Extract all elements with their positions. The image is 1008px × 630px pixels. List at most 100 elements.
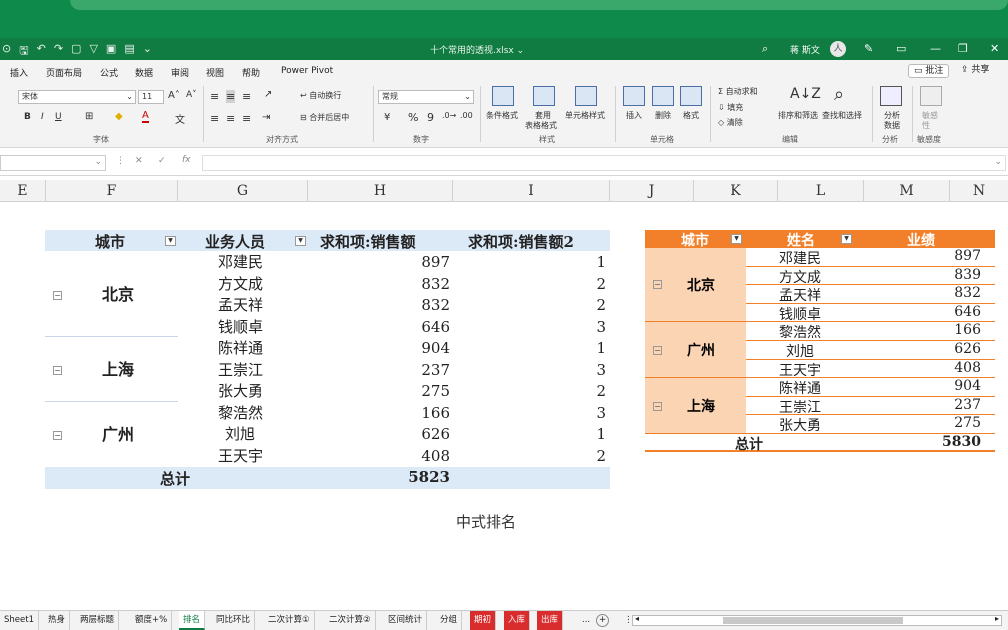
- tab-review[interactable]: 审阅: [171, 66, 189, 79]
- decrease-decimal-icon[interactable]: .00: [460, 111, 473, 120]
- percent-button[interactable]: %: [408, 111, 418, 124]
- sheet-tab-secondary-calc-1[interactable]: 二次计算①: [264, 611, 315, 630]
- sheet-tab-outbound[interactable]: 出库: [537, 611, 564, 630]
- currency-icon[interactable]: ¥: [384, 112, 390, 123]
- pivot1-salesperson-filter-icon[interactable]: ▼: [295, 236, 306, 246]
- print-icon[interactable]: ▣: [106, 42, 116, 61]
- pivot1-city-filter-icon[interactable]: ▼: [165, 236, 176, 246]
- align-bottom-icon[interactable]: ≡: [242, 90, 251, 103]
- undo-icon[interactable]: ↶: [37, 42, 46, 61]
- pivot2-name-filter-icon[interactable]: ▼: [841, 234, 852, 244]
- comment-button[interactable]: ▭ 批注: [908, 64, 950, 78]
- column-header-h[interactable]: H: [308, 180, 453, 202]
- tab-formulas[interactable]: 公式: [100, 66, 118, 79]
- more-sheets-button[interactable]: ...: [578, 611, 594, 630]
- sort-filter-label[interactable]: 排序和筛选: [778, 110, 818, 121]
- format-cells-icon[interactable]: [680, 86, 702, 106]
- align-right-icon[interactable]: ≡: [242, 112, 251, 125]
- sheet-tab-amount-percent[interactable]: 额度+%: [131, 611, 173, 630]
- underline-button[interactable]: U: [55, 112, 62, 122]
- scroll-left-icon[interactable]: ◂: [635, 614, 639, 623]
- increase-decimal-icon[interactable]: .0→: [442, 111, 456, 120]
- minimize-icon[interactable]: —: [930, 42, 941, 55]
- tab-power-pivot[interactable]: Power Pivot: [281, 66, 333, 76]
- column-header-n[interactable]: N: [950, 180, 1008, 202]
- customize-qat-icon[interactable]: ⌄: [143, 42, 152, 61]
- horizontal-scrollbar[interactable]: ◂ ▸: [632, 614, 1002, 626]
- format-cells-label[interactable]: 格式: [683, 110, 699, 121]
- worksheet-grid[interactable]: 城市 ▼ 业务人员 ▼ 求和项:销售额 求和项:销售额2 − 北京 − 上海 −…: [0, 202, 1008, 610]
- avatar[interactable]: 人: [830, 41, 846, 57]
- autosum-button[interactable]: Σ 自动求和: [718, 86, 758, 97]
- fx-icon[interactable]: fx: [182, 155, 191, 165]
- sheet-tab-yoy-mom[interactable]: 同比环比: [212, 611, 256, 630]
- font-size-select[interactable]: 11: [138, 90, 164, 104]
- filter-icon[interactable]: ▽: [89, 42, 97, 61]
- align-middle-icon[interactable]: ≡: [226, 90, 236, 103]
- sheet-tab-opening[interactable]: 期初: [470, 611, 497, 630]
- form-icon[interactable]: ▤: [124, 42, 134, 61]
- find-select-label[interactable]: 查找和选择: [822, 110, 862, 121]
- new-file-icon[interactable]: ▢: [71, 42, 81, 61]
- tab-help[interactable]: 帮助: [242, 66, 260, 79]
- align-center-icon[interactable]: ≡: [226, 112, 235, 125]
- ribbon-display-icon[interactable]: ▭: [896, 42, 906, 55]
- comma-button[interactable]: 9: [427, 111, 434, 124]
- phonetic-icon[interactable]: 文: [175, 111, 185, 126]
- sheet-tab-secondary-calc-2[interactable]: 二次计算②: [325, 611, 376, 630]
- pivot2-collapse-shanghai-icon[interactable]: −: [653, 402, 662, 412]
- add-sheet-button[interactable]: +: [596, 614, 609, 627]
- sheet-tab-range-stats[interactable]: 区间统计: [384, 611, 428, 630]
- tab-page-layout[interactable]: 页面布局: [46, 66, 82, 79]
- tab-view[interactable]: 视图: [206, 66, 224, 79]
- italic-button[interactable]: I: [41, 112, 44, 122]
- column-header-g[interactable]: G: [178, 180, 308, 202]
- insert-cells-label[interactable]: 插入: [626, 110, 642, 121]
- autosave-icon[interactable]: ⊙: [2, 42, 11, 61]
- delete-cells-icon[interactable]: [652, 86, 674, 106]
- close-icon[interactable]: ✕: [990, 42, 999, 55]
- sheet-tab-warmup[interactable]: 热身: [44, 611, 71, 630]
- conditional-format-label[interactable]: 条件格式: [486, 110, 518, 121]
- sort-filter-icon[interactable]: A↓Z: [790, 86, 821, 102]
- cancel-icon[interactable]: ✕: [135, 156, 143, 166]
- pivot1-collapse-shanghai-icon[interactable]: −: [53, 366, 62, 375]
- enter-icon[interactable]: ✓: [158, 156, 166, 166]
- indent-icon[interactable]: ⇥: [262, 112, 270, 123]
- column-header-k[interactable]: K: [694, 180, 778, 202]
- grow-font-button[interactable]: A˄: [168, 90, 180, 101]
- search-icon[interactable]: ⌕: [762, 42, 768, 56]
- redo-icon[interactable]: ↷: [54, 42, 63, 61]
- analyze-data-label-2[interactable]: 数据: [884, 120, 900, 131]
- column-header-e[interactable]: E: [0, 180, 46, 202]
- sheet-tab-grouping[interactable]: 分组: [436, 611, 463, 630]
- scroll-right-icon[interactable]: ▸: [995, 614, 999, 623]
- name-box[interactable]: ⌄: [0, 155, 106, 171]
- pivot2-city-filter-icon[interactable]: ▼: [731, 234, 742, 244]
- column-header-i[interactable]: I: [453, 180, 610, 202]
- column-header-m[interactable]: M: [864, 180, 950, 202]
- table-format-icon[interactable]: [533, 86, 555, 106]
- bold-button[interactable]: B: [24, 112, 31, 122]
- border-icon[interactable]: ⊞: [85, 111, 93, 122]
- find-select-icon[interactable]: ⌕: [834, 84, 844, 105]
- sheet-tab-ranking[interactable]: 排名: [179, 611, 206, 630]
- column-header-l[interactable]: L: [778, 180, 864, 202]
- pivot1-collapse-beijing-icon[interactable]: −: [53, 291, 62, 300]
- tab-insert[interactable]: 插入: [10, 66, 28, 79]
- analyze-data-icon[interactable]: [880, 86, 902, 106]
- clear-button[interactable]: ◇ 清除: [718, 117, 743, 128]
- insert-cells-icon[interactable]: [623, 86, 645, 106]
- sheet-tab-two-level-title[interactable]: 两层标题: [76, 611, 120, 630]
- sheet-tab-inbound[interactable]: 入库: [504, 611, 531, 630]
- share-button[interactable]: ⇪ 共享: [956, 64, 994, 78]
- pivot2-collapse-beijing-icon[interactable]: −: [653, 280, 662, 289]
- scrollbar-thumb[interactable]: [723, 617, 903, 624]
- sheet-tab-sheet1[interactable]: Sheet1: [0, 611, 39, 630]
- tab-data[interactable]: 数据: [135, 66, 153, 79]
- table-format-label-2[interactable]: 表格格式: [525, 120, 557, 131]
- align-top-icon[interactable]: ≡: [210, 90, 219, 103]
- pivot1-collapse-guangzhou-icon[interactable]: −: [53, 431, 62, 440]
- conditional-format-icon[interactable]: [492, 86, 514, 106]
- column-header-j[interactable]: J: [610, 180, 694, 202]
